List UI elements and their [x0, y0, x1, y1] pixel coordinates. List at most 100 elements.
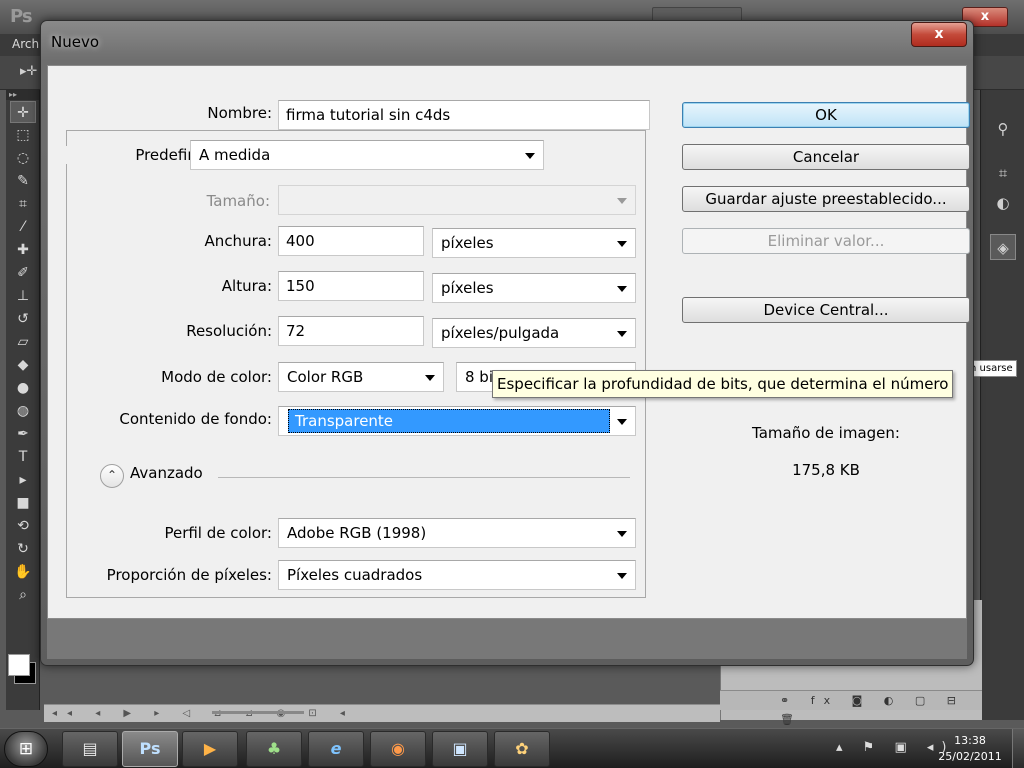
clock-time[interactable]: 13:38 [940, 734, 1000, 747]
marquee-tool-icon[interactable]: ⬚ [10, 124, 36, 146]
taskbar: ⊞ ▤ Ps ▶ ♣ e ◉ ▣ ✿ ▴ ⚑ ▣ ◂) 13:38 25/02/… [0, 728, 1024, 768]
anchura-unit-select[interactable]: píxeles [432, 228, 636, 258]
predefinir-value: A medida [199, 146, 271, 164]
foreground-color-swatch[interactable] [8, 654, 30, 676]
chevron-down-icon [617, 198, 627, 204]
move-tool-icon[interactable]: ▸✛ [20, 64, 37, 79]
altura-unit-select[interactable]: píxeles [432, 273, 636, 303]
path-select-tool-icon[interactable]: ▸ [10, 469, 36, 491]
ok-button[interactable]: OK [682, 102, 970, 128]
resolucion-unit-value: píxeles/pulgada [441, 324, 560, 342]
resolucion-input[interactable]: 72 [278, 316, 424, 346]
perfil-color-label: Perfil de color: [164, 524, 272, 542]
explorer-task-icon[interactable]: ▤ [62, 731, 118, 767]
nombre-input[interactable]: firma tutorial sin c4ds [278, 100, 650, 130]
cancel-button[interactable]: Cancelar [682, 144, 970, 170]
tamano-label: Tamaño: [206, 192, 270, 210]
chevron-down-icon [617, 419, 627, 425]
save-preset-button[interactable]: Guardar ajuste preestablecido... [682, 186, 970, 212]
advanced-toggle-icon[interactable]: ⌃ [100, 464, 124, 488]
eyedropper-tool-icon[interactable]: ⁄ [10, 216, 36, 238]
healing-tool-icon[interactable]: ✚ [10, 239, 36, 261]
hand-tool-icon[interactable]: ✋ [10, 561, 36, 583]
proporcion-pixeles-select[interactable]: Píxeles cuadrados [278, 560, 636, 590]
altura-label: Altura: [221, 277, 272, 295]
media-player-task-icon[interactable]: ▶ [182, 731, 238, 767]
chevron-down-icon [525, 153, 535, 159]
layers-icon[interactable]: ◈ [990, 234, 1016, 260]
advanced-divider [218, 477, 630, 478]
layers-panel-footer: ⚭ fx ◙ ◐ ▢ ⊟ 🗑 [720, 690, 982, 726]
lasso-tool-icon[interactable]: ◌ [10, 147, 36, 169]
move-tool-icon[interactable]: ✛ [10, 101, 36, 123]
modo-color-value: Color RGB [287, 368, 364, 386]
crop-tool-icon[interactable]: ⌗ [10, 193, 36, 215]
chevron-down-icon [617, 286, 627, 292]
bucket-tool-icon[interactable]: ◆ [10, 354, 36, 376]
toolbox-collapse-icon[interactable]: ▸▸ [6, 90, 39, 100]
predefinir-select[interactable]: A medida [190, 140, 544, 170]
resolucion-unit-select[interactable]: píxeles/pulgada [432, 318, 636, 348]
mask-icon[interactable]: ◐ [990, 190, 1016, 216]
altura-input[interactable]: 150 [278, 271, 424, 301]
firefox-task-icon[interactable]: ◉ [370, 731, 426, 767]
dialog-title: Nuevo [51, 33, 100, 51]
perfil-color-select[interactable]: Adobe RGB (1998) [278, 518, 636, 548]
delete-preset-button[interactable]: Eliminar valor... [682, 228, 970, 254]
resolucion-label: Resolución: [186, 322, 272, 340]
3d-orbit-tool-icon[interactable]: ↻ [10, 538, 36, 560]
new-document-dialog: Nuevo x Nombre: firma tutorial sin c4ds … [40, 20, 974, 666]
dialog-bottom-edge [47, 619, 967, 659]
toolbox-panel: ▸▸ ✛ ⬚ ◌ ✎ ⌗ ⁄ ✚ ✐ ⊥ ↺ ▱ ◆ ● ◍ ✒ T ▸ ■ ⟲… [6, 90, 40, 710]
history-brush-tool-icon[interactable]: ↺ [10, 308, 36, 330]
start-button[interactable]: ⊞ [4, 731, 48, 767]
predefinir-label: Predefinir: [48, 146, 212, 164]
zoom-tool-icon[interactable]: ⌕ [10, 584, 36, 606]
dodge-tool-icon[interactable]: ◍ [10, 400, 36, 422]
photoshop-logo: Ps [10, 6, 33, 27]
proporcion-pixeles-label: Proporción de píxeles: [106, 566, 272, 584]
device-central-button[interactable]: Device Central... [682, 297, 970, 323]
anchura-label: Anchura: [204, 232, 272, 250]
eraser-tool-icon[interactable]: ▱ [10, 331, 36, 353]
perfil-color-value: Adobe RGB (1998) [287, 524, 427, 542]
chevron-down-icon [617, 573, 627, 579]
nombre-label: Nombre: [207, 104, 272, 122]
internet-explorer-task-icon[interactable]: e [308, 731, 364, 767]
transform-icon[interactable]: ⌗ [990, 160, 1016, 186]
shape-tool-icon[interactable]: ■ [10, 492, 36, 514]
menu-archivo[interactable]: Archi [12, 37, 42, 51]
clock-date[interactable]: 25/02/2011 [934, 750, 1006, 763]
chevron-down-icon [617, 531, 627, 537]
image-size-value: 175,8 KB [792, 461, 860, 479]
photoshop-task-icon[interactable]: Ps [122, 731, 178, 767]
quick-select-tool-icon[interactable]: ✎ [10, 170, 36, 192]
type-tool-icon[interactable]: T [10, 446, 36, 468]
contenido-fondo-value: Transparente [288, 409, 610, 433]
chevron-down-icon [617, 331, 627, 337]
animation-timeline-bar: ◂◂ ◂ ▶ ▸ ◁ ⊿ ⊿ ◉ ⊡ ◂ [44, 704, 720, 722]
paint-task-icon[interactable]: ✿ [494, 731, 550, 767]
anchura-unit-value: píxeles [441, 234, 494, 252]
bits-tooltip: Especificar la profundidad de bits, que … [492, 370, 954, 398]
modo-color-select[interactable]: Color RGB [278, 362, 444, 392]
dialog-close-button[interactable]: x [911, 22, 967, 47]
remote-desktop-task-icon[interactable]: ▣ [432, 731, 488, 767]
brush-tool-icon[interactable]: ✐ [10, 262, 36, 284]
anchura-input[interactable]: 400 [278, 226, 424, 256]
messenger-task-icon[interactable]: ♣ [246, 731, 302, 767]
chevron-down-icon [425, 375, 435, 381]
pen-tool-icon[interactable]: ✒ [10, 423, 36, 445]
show-desktop-button[interactable] [1012, 729, 1024, 768]
tamano-select[interactable] [278, 185, 636, 215]
contenido-fondo-label: Contenido de fondo: [119, 410, 272, 428]
proporcion-pixeles-value: Píxeles cuadrados [287, 566, 423, 584]
avanzado-label: Avanzado [130, 464, 203, 482]
timeline-zoom-slider[interactable] [212, 711, 304, 714]
stamp-tool-icon[interactable]: ⊥ [10, 285, 36, 307]
dialog-body: Nombre: firma tutorial sin c4ds Predefin… [47, 65, 970, 619]
usb-icon[interactable]: ⚲ [990, 116, 1016, 142]
blur-tool-icon[interactable]: ● [10, 377, 36, 399]
3d-rotate-tool-icon[interactable]: ⟲ [10, 515, 36, 537]
image-size-label: Tamaño de imagen: [752, 424, 900, 442]
